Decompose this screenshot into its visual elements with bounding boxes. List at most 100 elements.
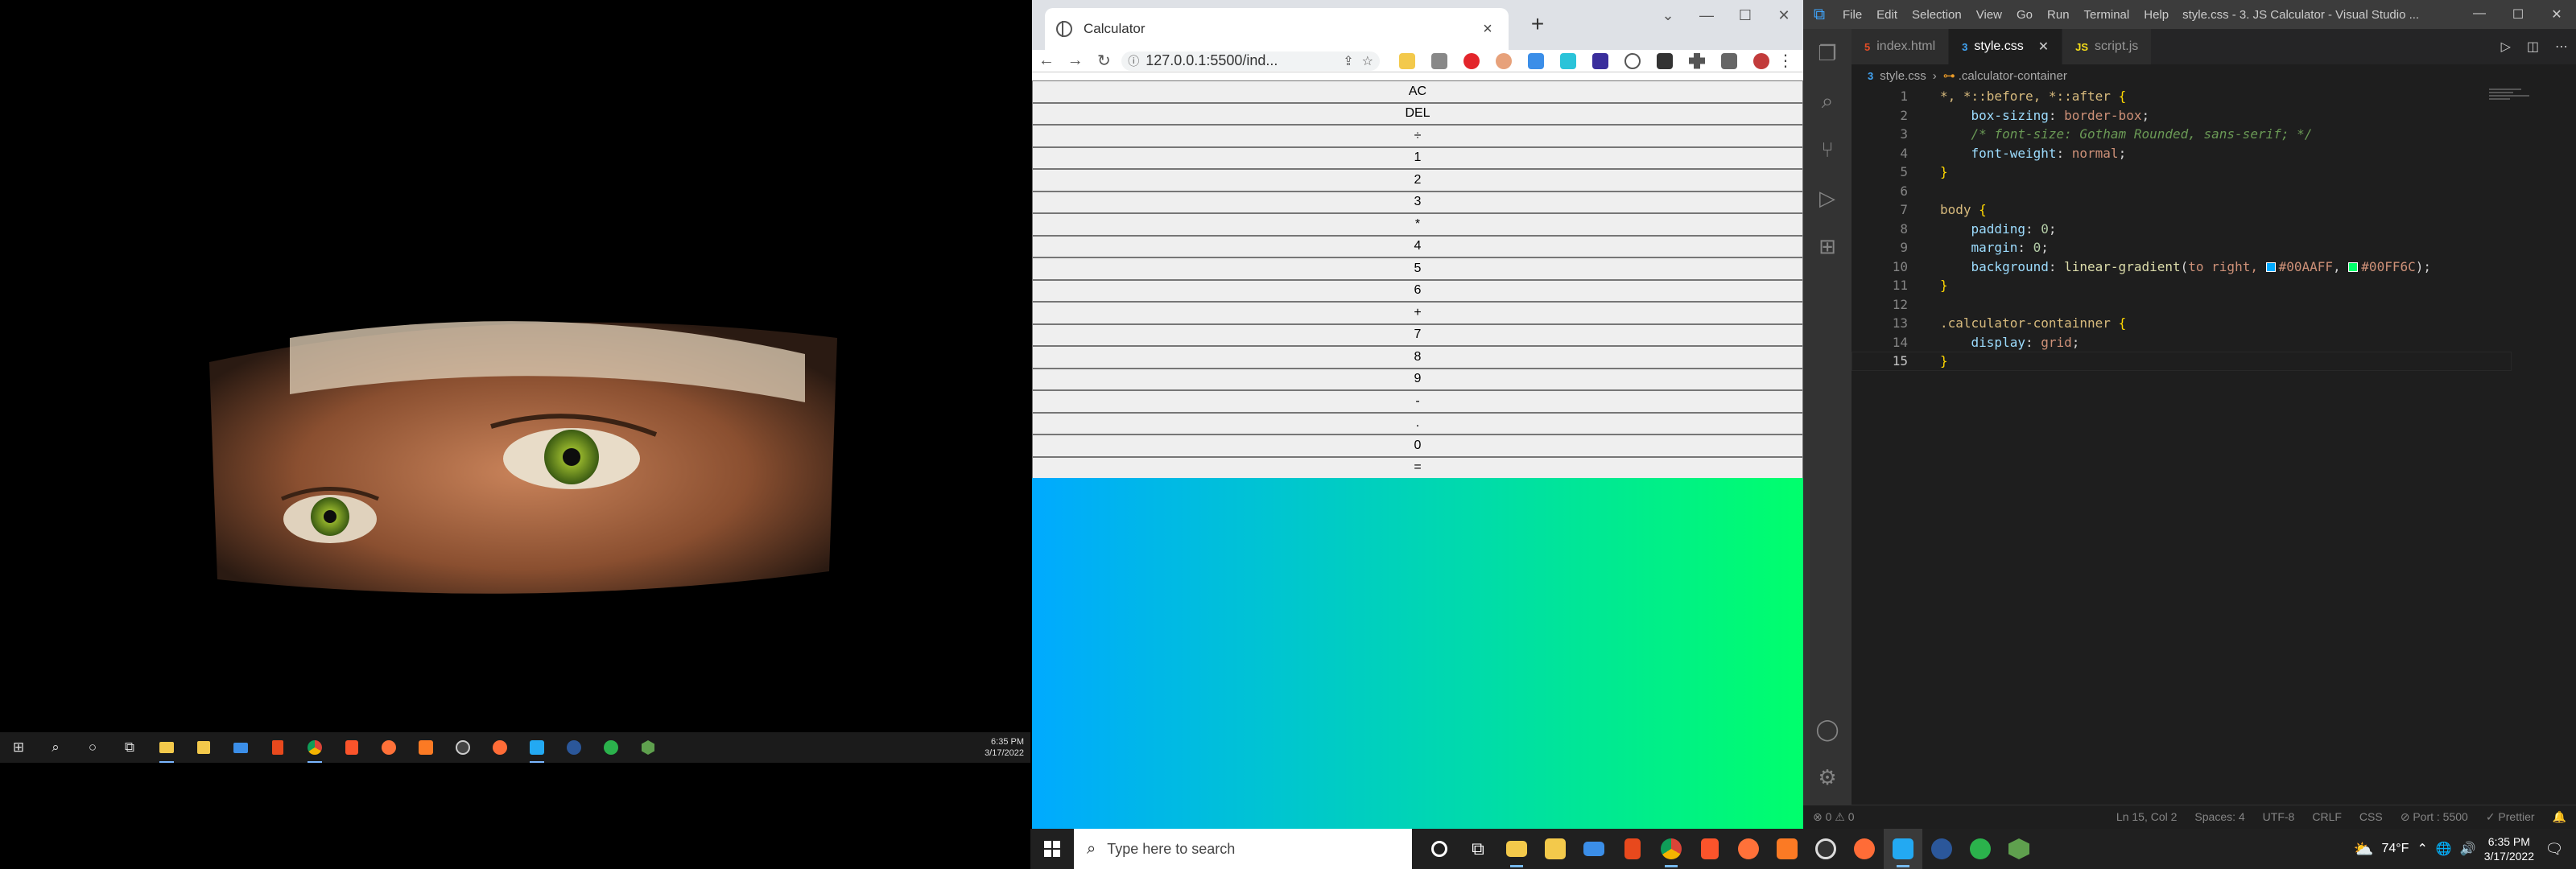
maximize-icon[interactable]: ☐ xyxy=(2499,6,2537,23)
office-icon[interactable] xyxy=(1613,829,1652,869)
maximize-icon[interactable]: ☐ xyxy=(1726,0,1765,31)
chevron-up-icon[interactable]: ⌃ xyxy=(2417,841,2427,857)
chrome-icon[interactable] xyxy=(303,735,327,763)
tab-script-js[interactable]: JS script.js xyxy=(2062,29,2153,64)
word-icon[interactable] xyxy=(562,735,586,760)
gear-icon[interactable]: ⚙ xyxy=(1803,753,1852,801)
bookmark-star-icon[interactable]: ☆ xyxy=(1362,53,1373,69)
menu-file[interactable]: File xyxy=(1835,8,1869,22)
left-clock[interactable]: 6:35 PM 3/17/2022 xyxy=(985,736,1024,759)
task-view-icon[interactable]: ⧉ xyxy=(118,735,142,760)
postman-icon[interactable] xyxy=(488,735,512,760)
calc-button[interactable]: + xyxy=(1032,302,1803,324)
app-green-icon[interactable] xyxy=(599,735,623,760)
close-icon[interactable]: ✕ xyxy=(2537,6,2576,23)
back-arrow-icon[interactable]: ← xyxy=(1032,50,1061,72)
start-icon[interactable]: ⊞ xyxy=(6,735,31,760)
browser-tab-calculator[interactable]: Calculator × xyxy=(1045,8,1509,50)
xampp-icon[interactable] xyxy=(414,735,438,760)
mail-icon[interactable] xyxy=(229,735,253,760)
calc-button[interactable]: 1 xyxy=(1032,146,1803,169)
xampp-icon[interactable] xyxy=(1768,829,1806,869)
live-server-port[interactable]: ⊘ Port : 5500 xyxy=(2401,810,2468,824)
menu-terminal[interactable]: Terminal xyxy=(2077,8,2137,22)
calc-button[interactable]: . xyxy=(1032,412,1803,434)
obs-icon[interactable] xyxy=(451,735,475,760)
minimize-icon[interactable]: — xyxy=(2460,6,2499,23)
menu-go[interactable]: Go xyxy=(2009,8,2040,22)
vscode-icon[interactable] xyxy=(1884,829,1922,869)
more-actions-icon[interactable]: ⋯ xyxy=(2555,39,2568,55)
calc-button[interactable]: 9 xyxy=(1032,368,1803,390)
calc-button[interactable]: 8 xyxy=(1032,346,1803,369)
taskbar-search[interactable]: ⌕ Type here to search xyxy=(1074,829,1412,869)
extension-icon[interactable] xyxy=(1496,52,1513,69)
color-swatch-green[interactable] xyxy=(2348,262,2359,272)
firefox-icon[interactable] xyxy=(1729,829,1768,869)
cursor-position[interactable]: Ln 15, Col 2 xyxy=(2116,810,2178,824)
tab-style-css[interactable]: 3 style.css ✕ xyxy=(1949,29,2063,64)
menu-help[interactable]: Help xyxy=(2136,8,2176,22)
extension-icon[interactable] xyxy=(1657,52,1674,69)
menu-run[interactable]: Run xyxy=(2040,8,2077,22)
calc-button[interactable]: 4 xyxy=(1032,235,1803,257)
run-icon[interactable]: ▷ xyxy=(2501,39,2511,55)
calc-button[interactable]: = xyxy=(1032,456,1803,479)
calc-button[interactable]: 2 xyxy=(1032,169,1803,192)
menu-view[interactable]: View xyxy=(1969,8,2009,22)
firefox-icon[interactable] xyxy=(377,735,401,760)
minimize-icon[interactable]: — xyxy=(1687,0,1726,31)
nodejs-icon[interactable] xyxy=(636,735,660,760)
tab-close-icon[interactable]: × xyxy=(1478,20,1497,39)
taskbar-clock[interactable]: 6:35 PM 3/17/2022 xyxy=(2484,834,2534,863)
nodejs-icon[interactable] xyxy=(2000,829,2038,869)
tab-index-html[interactable]: 5 index.html xyxy=(1852,29,1950,64)
start-button[interactable] xyxy=(1030,829,1074,869)
extension-icon[interactable] xyxy=(1431,52,1448,69)
explorer-icon[interactable]: ❐ xyxy=(1803,29,1852,77)
code-editor[interactable]: 1 *, *::before, *::after { 2 box-sizing: … xyxy=(1852,87,2576,795)
cortana-icon[interactable]: ○ xyxy=(80,735,105,760)
reading-list-icon[interactable] xyxy=(1721,52,1738,69)
calc-button[interactable]: 5 xyxy=(1032,257,1803,280)
forward-arrow-icon[interactable]: → xyxy=(1061,50,1090,72)
brave-icon[interactable] xyxy=(340,735,364,760)
weather-icon[interactable]: ⛅ xyxy=(2354,839,2374,859)
address-bar[interactable]: ⓘ 127.0.0.1:5500/ind... ⇪ ☆ xyxy=(1121,51,1381,71)
language-mode[interactable]: CSS xyxy=(2359,810,2383,824)
office-icon[interactable] xyxy=(266,735,290,760)
puzzle-icon[interactable] xyxy=(1689,52,1706,69)
source-control-icon[interactable]: ⑂ xyxy=(1803,126,1852,174)
weather-temp[interactable]: 74°F xyxy=(2381,842,2409,856)
color-swatch-blue[interactable] xyxy=(2265,262,2276,272)
calc-button[interactable]: DEL xyxy=(1032,102,1803,125)
chevron-down-icon[interactable]: ⌄ xyxy=(1649,0,1687,31)
menu-edit[interactable]: Edit xyxy=(1869,8,1905,22)
indentation[interactable]: Spaces: 4 xyxy=(2194,810,2244,824)
split-editor-icon[interactable]: ◫ xyxy=(2527,39,2539,55)
extension-icon[interactable] xyxy=(1399,52,1416,69)
calc-button[interactable]: AC xyxy=(1032,80,1803,103)
breadcrumb-file[interactable]: style.css xyxy=(1880,69,1926,83)
mail-icon[interactable] xyxy=(1575,829,1613,869)
calc-button[interactable]: - xyxy=(1032,390,1803,413)
more-menu-icon[interactable]: ⋮ xyxy=(1777,51,1794,71)
word-icon[interactable] xyxy=(1922,829,1961,869)
problems-indicator[interactable]: ⊗ 0 ⚠ 0 xyxy=(1813,810,1855,824)
accounts-icon[interactable]: ◯ xyxy=(1803,705,1852,753)
encoding[interactable]: UTF-8 xyxy=(2263,810,2295,824)
chrome-icon[interactable] xyxy=(1652,829,1690,869)
new-tab-button[interactable]: + xyxy=(1523,11,1552,37)
line-ending[interactable]: CRLF xyxy=(2312,810,2342,824)
share-icon[interactable]: ⇪ xyxy=(1343,53,1353,69)
breadcrumb-selector[interactable]: .calculator-container xyxy=(1959,69,2067,83)
minimap[interactable] xyxy=(2489,87,2553,119)
store-icon[interactable] xyxy=(192,735,216,760)
notifications-icon[interactable]: 🗨 xyxy=(2542,841,2566,858)
calc-button[interactable]: 7 xyxy=(1032,323,1803,346)
extension-icon[interactable] xyxy=(1624,52,1641,69)
extensions-icon[interactable]: ⊞ xyxy=(1803,222,1852,270)
info-icon[interactable]: ⓘ xyxy=(1128,53,1139,69)
extension-icon[interactable] xyxy=(1560,52,1577,69)
prettier-status[interactable]: ✓ Prettier xyxy=(2486,810,2535,824)
